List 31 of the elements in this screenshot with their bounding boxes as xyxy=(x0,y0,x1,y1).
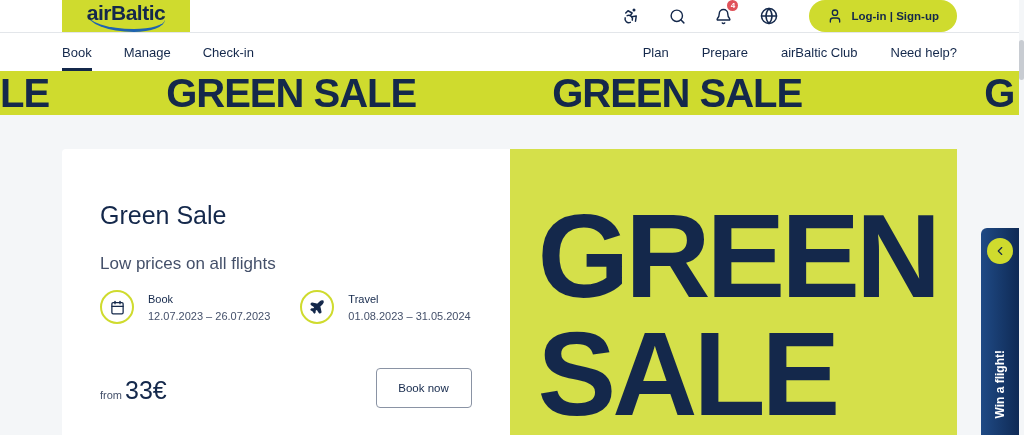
login-button[interactable]: Log-in | Sign-up xyxy=(809,0,957,32)
calendar-icon xyxy=(100,290,134,324)
period-dates: 12.07.2023 – 26.07.2023 xyxy=(148,309,271,322)
price: 33€ xyxy=(125,376,167,405)
nav-link[interactable]: airBaltic Club xyxy=(780,44,858,60)
nav-tab[interactable]: Check-in xyxy=(202,33,254,71)
banner-text: LE xyxy=(0,71,50,115)
nav-link[interactable]: Need help? xyxy=(890,44,957,60)
hero-text: GREEN xyxy=(537,197,938,315)
period-dates: 01.08.2023 – 31.05.2024 xyxy=(348,309,471,322)
logo[interactable]: airBaltic xyxy=(62,0,190,32)
book-now-button[interactable]: Book now xyxy=(375,368,472,408)
scrollbar-thumb[interactable] xyxy=(1019,40,1024,80)
promo-subtitle: Low prices on all flights xyxy=(100,254,277,274)
banner-text: GREEN SALE xyxy=(166,71,417,115)
banner-text: GREEN SALE xyxy=(552,71,803,115)
side-tab[interactable]: Win a flight! xyxy=(981,228,1019,435)
plane-icon xyxy=(300,290,335,324)
promo-title: Green Sale xyxy=(100,201,228,230)
notification-badge: 4 xyxy=(727,0,739,11)
price-prefix: from xyxy=(100,389,122,401)
nav-tab[interactable]: Manage xyxy=(123,33,171,71)
side-tab-label: Win a flight! xyxy=(993,350,1007,419)
nav-tab[interactable]: Book xyxy=(62,33,92,71)
nav-link[interactable]: Plan xyxy=(642,44,669,60)
banner-text: G xyxy=(984,71,1015,115)
chevron-left-icon[interactable] xyxy=(987,238,1013,264)
nav-link[interactable]: Prepare xyxy=(701,44,748,60)
period-label: Book xyxy=(148,292,175,305)
period-label: Travel xyxy=(348,292,380,305)
hero-text: SALE xyxy=(537,315,837,433)
